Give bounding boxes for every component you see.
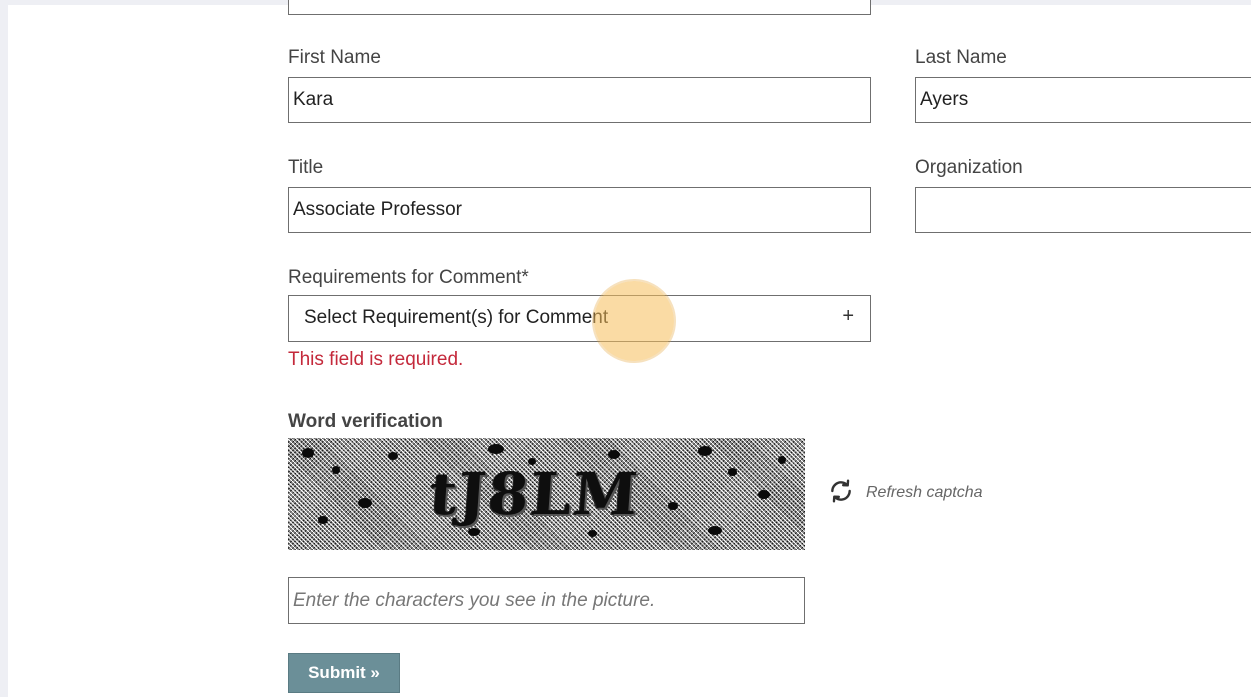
plus-icon[interactable]: +: [842, 305, 854, 328]
requirements-label: Requirements for Comment*: [288, 267, 529, 288]
refresh-icon: [828, 478, 854, 509]
first-name-input[interactable]: [288, 77, 871, 123]
captcha-noise: [608, 450, 620, 459]
last-name-input[interactable]: [915, 77, 1251, 123]
captcha-noise: [728, 468, 737, 476]
captcha-noise: [468, 528, 480, 536]
captcha-noise: [488, 444, 504, 454]
word-verification-label: Word verification: [288, 411, 443, 432]
last-name-label: Last Name: [915, 47, 1007, 68]
previous-field[interactable]: [288, 0, 871, 15]
captcha-noise: [358, 498, 372, 508]
captcha-text: tJ8LM: [427, 460, 642, 528]
captcha-noise: [758, 490, 770, 499]
captcha-noise: [708, 526, 722, 535]
title-input[interactable]: [288, 187, 871, 233]
captcha-noise: [302, 448, 314, 458]
organization-input[interactable]: [915, 187, 1251, 233]
captcha-noise: [698, 446, 712, 456]
refresh-captcha-label[interactable]: Refresh captcha: [866, 484, 983, 502]
title-label: Title: [288, 157, 324, 178]
captcha-noise: [778, 456, 786, 464]
captcha-image: tJ8LM: [288, 438, 805, 550]
captcha-noise: [388, 452, 398, 460]
requirements-error-message: This field is required.: [288, 349, 464, 370]
captcha-input[interactable]: [288, 577, 805, 624]
requirements-select[interactable]: Select Requirement(s) for Comment +: [288, 295, 871, 342]
organization-label: Organization: [915, 157, 1023, 178]
captcha-noise: [332, 466, 340, 474]
first-name-label: First Name: [288, 47, 381, 68]
captcha-noise: [588, 530, 597, 537]
requirements-select-placeholder: Select Requirement(s) for Comment: [304, 307, 609, 328]
captcha-noise: [668, 502, 678, 510]
submit-button[interactable]: Submit »: [288, 653, 400, 693]
refresh-captcha-link[interactable]: Refresh captcha: [828, 478, 983, 508]
captcha-noise: [318, 516, 328, 524]
